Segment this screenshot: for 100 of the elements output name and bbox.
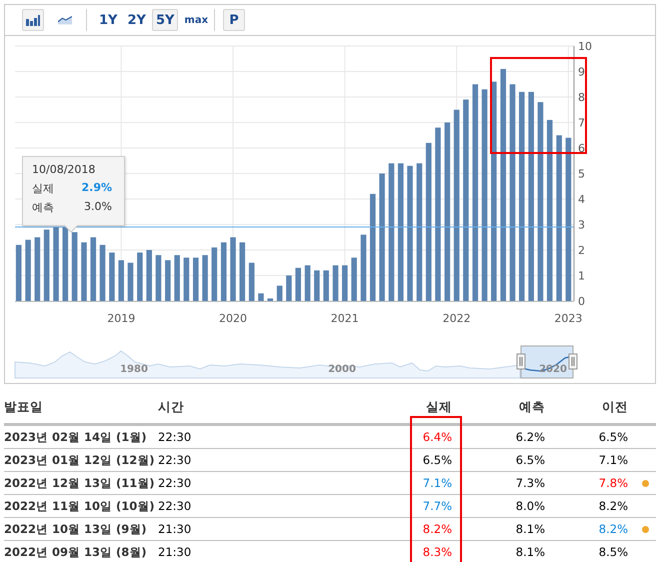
range-button[interactable]: 2Y (123, 9, 150, 31)
chart-bar (184, 258, 190, 301)
table-cell-text: 7.3% (514, 476, 546, 490)
chart-bar (212, 247, 218, 301)
table-cell-text: 2022년 10월 13일 (9월) (4, 522, 148, 536)
axis-label: 8 (578, 91, 585, 104)
navigator-label: 2020 (539, 364, 567, 375)
chart-bar (342, 265, 348, 301)
axis-label: 0 (578, 295, 585, 308)
chart-bar (295, 268, 301, 301)
column-header: 예측 (518, 399, 546, 416)
table-cell-text: 6.5% (514, 453, 546, 467)
table-cell-text: 8.2% (598, 522, 629, 536)
chart-bar (202, 255, 208, 301)
table-cell-text: 22:30 (157, 476, 192, 490)
table-cell-text: 22:30 (157, 499, 192, 513)
table-cell-text: 8.2% (598, 499, 629, 513)
navigator-label: 1980 (120, 364, 148, 375)
table-cell-text: 8.1% (514, 522, 546, 536)
tooltip-value: 3.0% (84, 200, 112, 215)
table-cell-text: 21:30 (157, 545, 192, 559)
chart-bar (90, 237, 96, 301)
chart-bar (192, 258, 199, 301)
chart-bar (25, 240, 31, 301)
range-handle[interactable] (516, 354, 526, 370)
table-cell-text: 7.1% (598, 453, 629, 467)
line-chart-icon (58, 15, 72, 25)
axis-label: 2020 (219, 312, 247, 325)
chart-bar (304, 265, 310, 301)
print-button[interactable]: P (223, 9, 246, 31)
table-cell-text: 6.5% (422, 453, 453, 467)
table-cell-text: 2022년 09월 13일 (8월) (4, 544, 148, 560)
chart-bar (314, 270, 320, 301)
table-cell-text: 21:30 (157, 522, 192, 536)
range-button[interactable]: 1Y (95, 9, 122, 31)
chart-bar (230, 237, 236, 301)
axis-label: 2019 (107, 312, 136, 325)
table-cell-text: 8.1% (514, 545, 546, 559)
table-cell: 2022년 12월 13일 (11월) (4, 476, 154, 490)
chart-bar (34, 237, 40, 301)
table-cell-text: 22:30 (157, 430, 192, 444)
chart-bar (276, 286, 282, 301)
table-cell: 2023년 01월 12일 (12월) (4, 452, 154, 468)
axis-label: 4 (578, 193, 585, 206)
axis-label: 3 (578, 218, 585, 232)
chart-bar (258, 293, 264, 301)
axis-label: 9 (578, 66, 585, 78)
table-cell-text: 6.4% (422, 430, 453, 444)
axis-label: 2 (578, 244, 585, 257)
chart-bar (174, 255, 180, 301)
axis-label: 10 (578, 40, 592, 53)
axis-label: 1 (578, 270, 585, 282)
chart-bar (16, 244, 22, 301)
table-cell-text: 7.1% (422, 476, 453, 490)
chart-bar (109, 252, 115, 301)
table-cell-text: 22:30 (157, 453, 192, 467)
chart-bar (44, 230, 50, 301)
range-button[interactable]: max (180, 9, 212, 31)
chart-bar (165, 260, 171, 301)
tooltip-date: 10/08/2018 (32, 163, 96, 176)
column-header: 발표일 (4, 399, 44, 416)
chart-bar (118, 260, 124, 301)
table-cell-text: 7.7% (422, 499, 453, 513)
table-cell-text: 6.5% (598, 430, 629, 444)
table-cell: 2022년 11월 10일 (10월) (4, 498, 154, 514)
navigator-label: 2000 (328, 364, 356, 375)
range-handle[interactable] (568, 354, 578, 370)
table-cell-text: 8.3% (422, 545, 453, 559)
axis-label: 7 (578, 116, 585, 130)
tooltip-value: 2.9% (81, 181, 112, 196)
table-cell-text: 7.8% (598, 476, 629, 490)
tooltip-label: 실제 (32, 181, 54, 196)
chart-bar (332, 265, 338, 301)
bar-chart-icon (26, 14, 40, 26)
chart-bar (240, 242, 246, 301)
chart-bar (220, 242, 227, 301)
chart-bar (286, 276, 292, 301)
chart-bar (323, 270, 329, 301)
chart-bar (267, 298, 274, 301)
chart-bar (351, 258, 357, 301)
table-cell-text: 6.2% (514, 430, 546, 444)
axis-label: 2022 (442, 312, 471, 325)
chart-bar (72, 232, 78, 301)
chart-bar (100, 244, 106, 301)
axis-label: 2021 (330, 312, 359, 325)
chart-bar (146, 250, 152, 301)
range-button[interactable]: 5Y (152, 9, 178, 31)
table-cell-text: 2023년 02월 14일 (1월) (4, 430, 148, 444)
chart-bar (81, 242, 87, 301)
column-header: 실제 (425, 399, 453, 416)
axis-label: 2023 (554, 312, 582, 325)
table-cell-text: 8.0% (514, 499, 546, 513)
tooltip-label: 예측 (32, 200, 54, 215)
axis-label: 5 (578, 168, 585, 180)
column-header: 시간 (157, 399, 185, 416)
table-cell-text: 8.2% (422, 522, 453, 536)
chart-bar (248, 262, 254, 301)
chart-bar (137, 252, 143, 301)
bar-chart-button[interactable] (22, 9, 44, 31)
table-cell-text: 8.5% (598, 545, 629, 559)
